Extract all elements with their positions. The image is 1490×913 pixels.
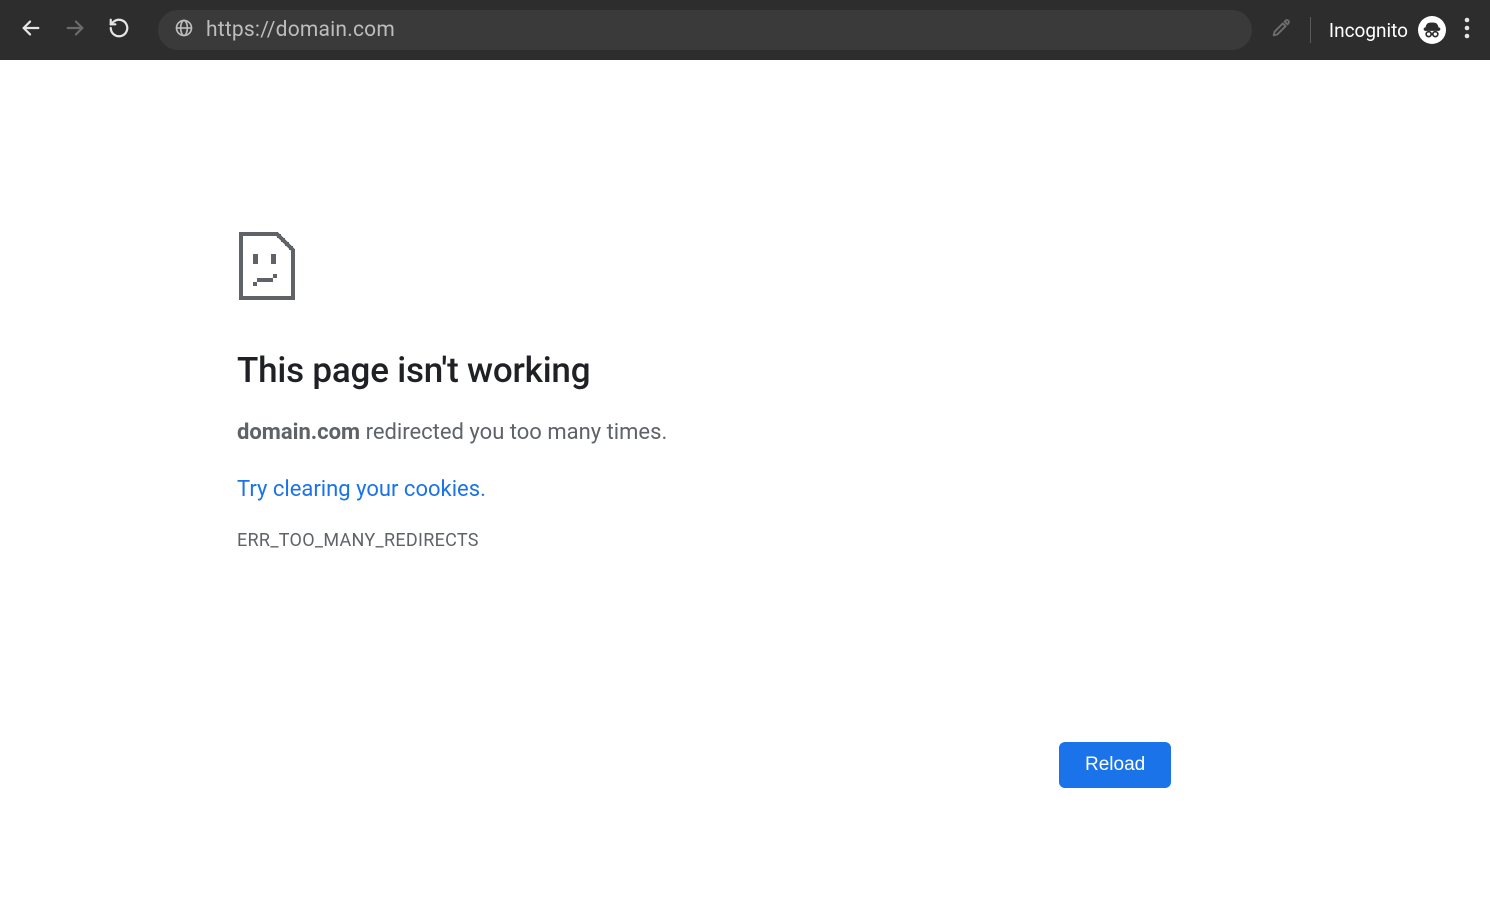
error-code: ERR_TOO_MANY_REDIRECTS — [237, 530, 1157, 551]
error-interstitial: This page isn't working domain.com redir… — [237, 230, 1157, 551]
reload-icon — [108, 17, 130, 43]
clear-cookies-link[interactable]: Try clearing your cookies. — [237, 477, 486, 502]
error-message-rest: redirected you too many times. — [360, 420, 667, 445]
incognito-icon — [1418, 16, 1446, 44]
reload-button[interactable]: Reload — [1059, 742, 1171, 788]
menu-button[interactable] — [1464, 17, 1470, 43]
forward-button[interactable] — [58, 13, 92, 47]
sad-page-icon — [237, 230, 1157, 306]
arrow-left-icon — [20, 17, 42, 43]
error-message: domain.com redirected you too many times… — [237, 417, 1157, 449]
arrow-right-icon — [64, 17, 86, 43]
globe-icon — [174, 18, 194, 42]
toolbar-divider — [1310, 17, 1311, 43]
browser-toolbar: https://domain.com Incognito — [0, 0, 1490, 60]
address-bar[interactable]: https://domain.com — [158, 10, 1252, 50]
page-content: This page isn't working domain.com redir… — [0, 60, 1490, 913]
toolbar-right: Incognito — [1270, 16, 1476, 44]
incognito-label: Incognito — [1329, 19, 1408, 42]
error-suggestion: Try clearing your cookies. — [237, 477, 1157, 502]
url-text: https://domain.com — [206, 18, 395, 42]
error-domain: domain.com — [237, 420, 360, 445]
eyedropper-icon[interactable] — [1270, 17, 1292, 43]
reload-nav-button[interactable] — [102, 13, 136, 47]
error-title: This page isn't working — [237, 350, 1157, 391]
back-button[interactable] — [14, 13, 48, 47]
incognito-indicator[interactable]: Incognito — [1329, 16, 1446, 44]
